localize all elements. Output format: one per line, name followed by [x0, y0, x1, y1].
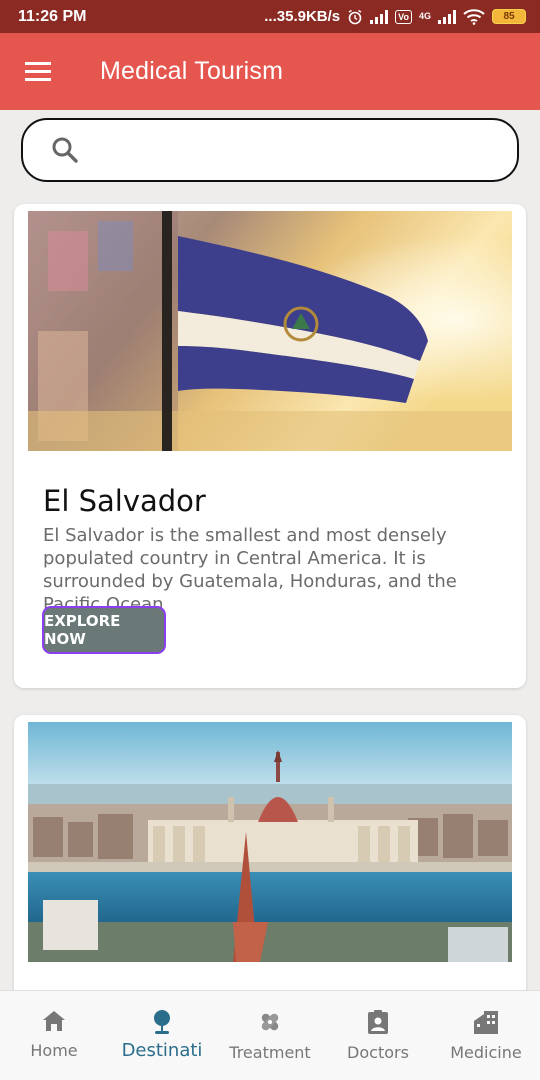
battery-indicator: 85 [492, 9, 526, 24]
nav-home-label: Home [30, 1041, 78, 1060]
status-bar: 11:26 PM ...35.9KB/s Vo 4G 85 [0, 0, 540, 33]
destination-card[interactable]: El Salvador El Salvador is the smallest … [14, 204, 526, 688]
el-salvador-flag-image [28, 211, 512, 451]
search-bar[interactable] [21, 118, 519, 182]
nav-doctors[interactable]: Doctors [324, 991, 432, 1080]
destination-description: El Salvador is the smallest and most den… [43, 525, 457, 615]
nav-home[interactable]: Home [0, 991, 108, 1080]
home-icon [43, 1011, 65, 1031]
status-indicators: ...35.9KB/s Vo 4G 85 [264, 8, 526, 25]
alarm-icon [348, 9, 362, 24]
nav-medicine-label: Medicine [450, 1043, 522, 1062]
pin-icon [154, 1010, 170, 1034]
net-type: 4G [418, 11, 431, 21]
search-icon [52, 137, 78, 163]
destination-image [28, 722, 512, 962]
bandage-icon [261, 1013, 279, 1031]
nav-treatment-label: Treatment [229, 1043, 311, 1062]
status-time: 11:26 PM [18, 7, 87, 25]
menu-icon [25, 62, 51, 81]
destination-card[interactable] [14, 715, 526, 1015]
destination-image [28, 211, 512, 451]
wifi-icon [463, 8, 485, 25]
volte-badge: Vo [395, 9, 412, 24]
nav-doctors-label: Doctors [347, 1043, 409, 1062]
building-icon [474, 1011, 498, 1034]
nav-treatment[interactable]: Treatment [216, 991, 324, 1080]
net-speed: ...35.9KB/s [264, 8, 341, 25]
doctor-badge-icon [368, 1010, 388, 1034]
budapest-parliament-image [28, 722, 512, 962]
app-title: Medical Tourism [100, 57, 284, 85]
menu-button[interactable] [0, 33, 76, 110]
signal-icon-2 [438, 9, 456, 24]
nav-destinations[interactable]: Destinati [108, 991, 216, 1080]
nav-medicine[interactable]: Medicine [432, 991, 540, 1080]
destination-title: El Salvador [43, 484, 206, 518]
explore-now-button[interactable]: EXPLORE NOW [42, 606, 166, 654]
bottom-navigation: Home Destinati Treatment Doctors Medicin… [0, 990, 540, 1080]
nav-destinations-label: Destinati [121, 1040, 203, 1061]
app-bar: Medical Tourism [0, 33, 540, 110]
signal-icon [370, 9, 389, 24]
search-input[interactable] [93, 139, 473, 161]
